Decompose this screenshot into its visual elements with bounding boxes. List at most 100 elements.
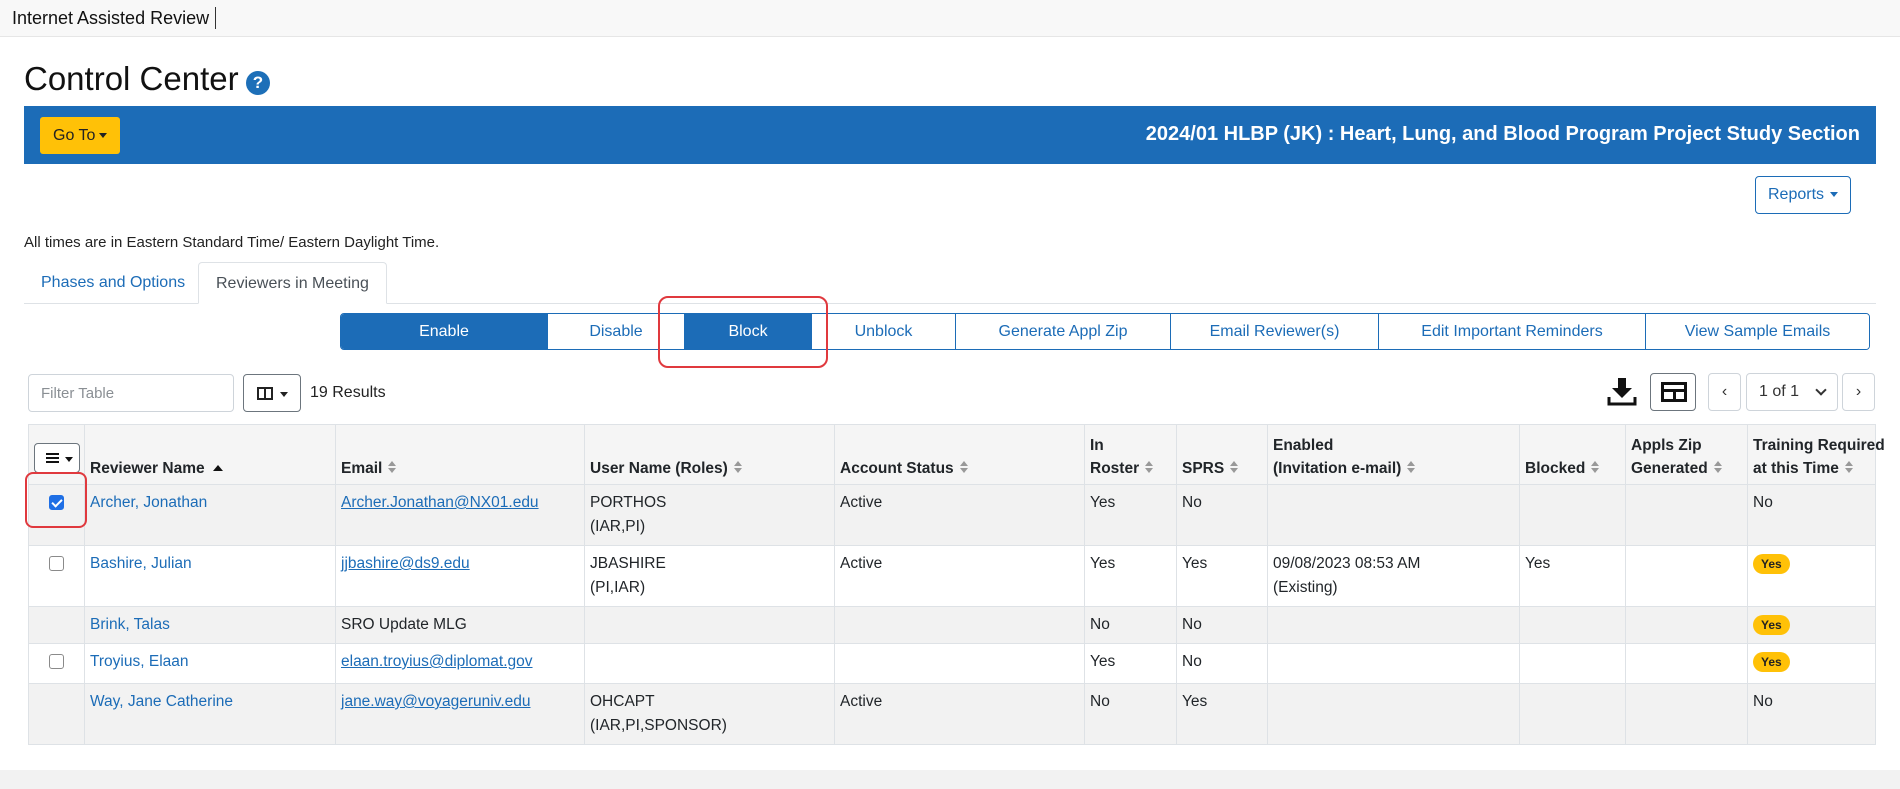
filter-table-input[interactable] [28, 374, 234, 412]
reviewer-name-link[interactable]: Brink, Talas [90, 616, 170, 633]
enabled-cell [1267, 484, 1520, 546]
timezone-note: All times are in Eastern Standard Time/ … [24, 234, 440, 251]
reviewer-name-link[interactable]: Troyius, Elaan [90, 653, 189, 670]
meeting-header-bar: Go To 2024/01 HLBP (JK) : Heart, Lung, a… [24, 106, 1876, 164]
sort-icon [388, 461, 397, 474]
download-icon[interactable] [1606, 375, 1638, 407]
training-badge: Yes [1753, 554, 1790, 574]
reviewer-name-cell: Brink, Talas [84, 606, 336, 644]
edit-important-reminders-button[interactable]: Edit Important Reminders [1379, 314, 1646, 349]
reviewer-email-link[interactable]: elaan.troyius@diplomat.gov [341, 653, 533, 670]
view-sample-emails-button[interactable]: View Sample Emails [1646, 314, 1869, 349]
sort-icon [1844, 461, 1853, 474]
blocked-cell [1519, 643, 1626, 684]
reports-dropdown-button[interactable]: Reports [1755, 176, 1851, 214]
user-roles: (IAR,PI,SPONSOR) [590, 717, 727, 734]
header-in-roster[interactable]: In Roster [1084, 424, 1177, 485]
reports-label: Reports [1768, 186, 1825, 203]
enabled-cell [1267, 606, 1520, 644]
reviewer-name-link[interactable]: Archer, Jonathan [90, 494, 207, 511]
appls-zip-cell [1625, 484, 1748, 546]
header-reviewer-name[interactable]: Reviewer Name [84, 424, 336, 485]
table-row: Bashire, Julian jjbashire@ds9.edu JBASHIRE… [28, 545, 1876, 607]
caret-down-icon [99, 133, 108, 139]
reviewer-name-cell: Archer, Jonathan [84, 484, 336, 546]
row-select-checkbox[interactable] [49, 556, 64, 571]
training-cell: Yes [1747, 545, 1876, 607]
top-navbar: Internet Assisted Review [0, 0, 1900, 37]
reviewer-email-text: SRO Update MLG [341, 616, 467, 633]
blocked-cell: Yes [1519, 545, 1626, 607]
email-reviewers-button[interactable]: Email Reviewer(s) [1171, 314, 1379, 349]
menu-icon [46, 453, 59, 463]
header-sprs[interactable]: SPRS [1176, 424, 1268, 485]
reviewer-name-link[interactable]: Way, Jane Catherine [90, 693, 233, 710]
header-training-required[interactable]: Training Required at this Time [1747, 424, 1885, 485]
header-appls-zip-generated[interactable]: Appls Zip Generated [1625, 424, 1748, 485]
goto-label: Go To [53, 127, 96, 144]
reviewer-name-cell: Bashire, Julian [84, 545, 336, 607]
next-page-button[interactable]: › [1842, 373, 1875, 411]
header-blocked[interactable]: Blocked [1519, 424, 1626, 485]
account-status-cell: Active [834, 484, 1085, 546]
training-cell: Yes [1747, 643, 1876, 684]
table-row: Way, Jane Catherine jane.way@voyageruniv.… [28, 683, 1876, 745]
reviewer-email-link[interactable]: jane.way@voyageruniv.edu [341, 693, 531, 710]
table-view-icon [1661, 382, 1687, 402]
reviewer-email-link[interactable]: Archer.Jonathan@NX01.edu [341, 494, 539, 511]
training-cell: Yes [1747, 606, 1876, 644]
sort-icon [1145, 461, 1154, 474]
header-label-line1: Appls Zip [1631, 437, 1702, 454]
column-picker-button[interactable] [243, 374, 301, 412]
header-enabled[interactable]: Enabled (Invitation e-mail) [1267, 424, 1520, 485]
reviewer-name-cell: Troyius, Elaan [84, 643, 336, 684]
sort-icon [959, 461, 968, 474]
caret-down-icon [65, 457, 73, 462]
previous-page-button[interactable]: ‹ [1708, 373, 1741, 411]
header-label: Roster [1090, 460, 1140, 477]
header-label: Email [341, 460, 383, 477]
sprs-cell: No [1176, 643, 1268, 684]
annotation-highlight-checkbox [25, 472, 87, 528]
row-select-checkbox[interactable] [49, 654, 64, 669]
header-label: SPRS [1182, 460, 1225, 477]
appls-zip-cell [1625, 683, 1748, 745]
generate-appl-zip-button[interactable]: Generate Appl Zip [956, 314, 1171, 349]
row-actions-menu-button[interactable] [34, 443, 80, 473]
training-text: No [1753, 693, 1773, 710]
reviewer-email-link[interactable]: jjbashire@ds9.edu [341, 555, 470, 572]
enabled-cell: 09/08/2023 08:53 AM (Existing) [1267, 545, 1520, 607]
meeting-title: 2024/01 HLBP (JK) : Heart, Lung, and Blo… [1145, 123, 1860, 145]
goto-dropdown-button[interactable]: Go To [40, 117, 121, 154]
sort-ascending-icon [212, 465, 223, 471]
unblock-button[interactable]: Unblock [812, 314, 956, 349]
sprs-cell: No [1176, 606, 1268, 644]
header-label: (Invitation e-mail) [1273, 460, 1402, 477]
enable-button[interactable]: Enable [341, 314, 548, 349]
blocked-cell [1519, 683, 1626, 745]
header-user-name[interactable]: User Name (Roles) [584, 424, 835, 485]
enabled-date: 09/08/2023 08:53 AM [1273, 555, 1421, 572]
header-email[interactable]: Email [335, 424, 585, 485]
appls-zip-cell [1625, 606, 1748, 644]
page-select[interactable]: 1 of 1 [1746, 373, 1838, 411]
help-icon[interactable]: ? [246, 71, 270, 95]
page-title: Control Center [24, 60, 239, 97]
header-label: Blocked [1525, 460, 1586, 477]
tab-reviewers-in-meeting[interactable]: Reviewers in Meeting [198, 262, 387, 304]
user-name: JBASHIRE [590, 555, 666, 572]
sort-icon [733, 461, 742, 474]
reviewer-name-link[interactable]: Bashire, Julian [90, 555, 192, 572]
app-title[interactable]: Internet Assisted Review [12, 7, 217, 29]
chevron-down-icon [1815, 384, 1827, 396]
table-view-toggle-button[interactable] [1650, 373, 1696, 411]
sprs-cell: No [1176, 484, 1268, 546]
header-account-status[interactable]: Account Status [834, 424, 1085, 485]
email-cell: jane.way@voyageruniv.edu [335, 683, 585, 745]
account-status-cell [834, 643, 1085, 684]
sort-icon [1713, 461, 1722, 474]
tab-phases-and-options[interactable]: Phases and Options [24, 262, 202, 304]
user-name: OHCAPT [590, 693, 655, 710]
sprs-cell: Yes [1176, 545, 1268, 607]
page-footer [0, 770, 1900, 789]
